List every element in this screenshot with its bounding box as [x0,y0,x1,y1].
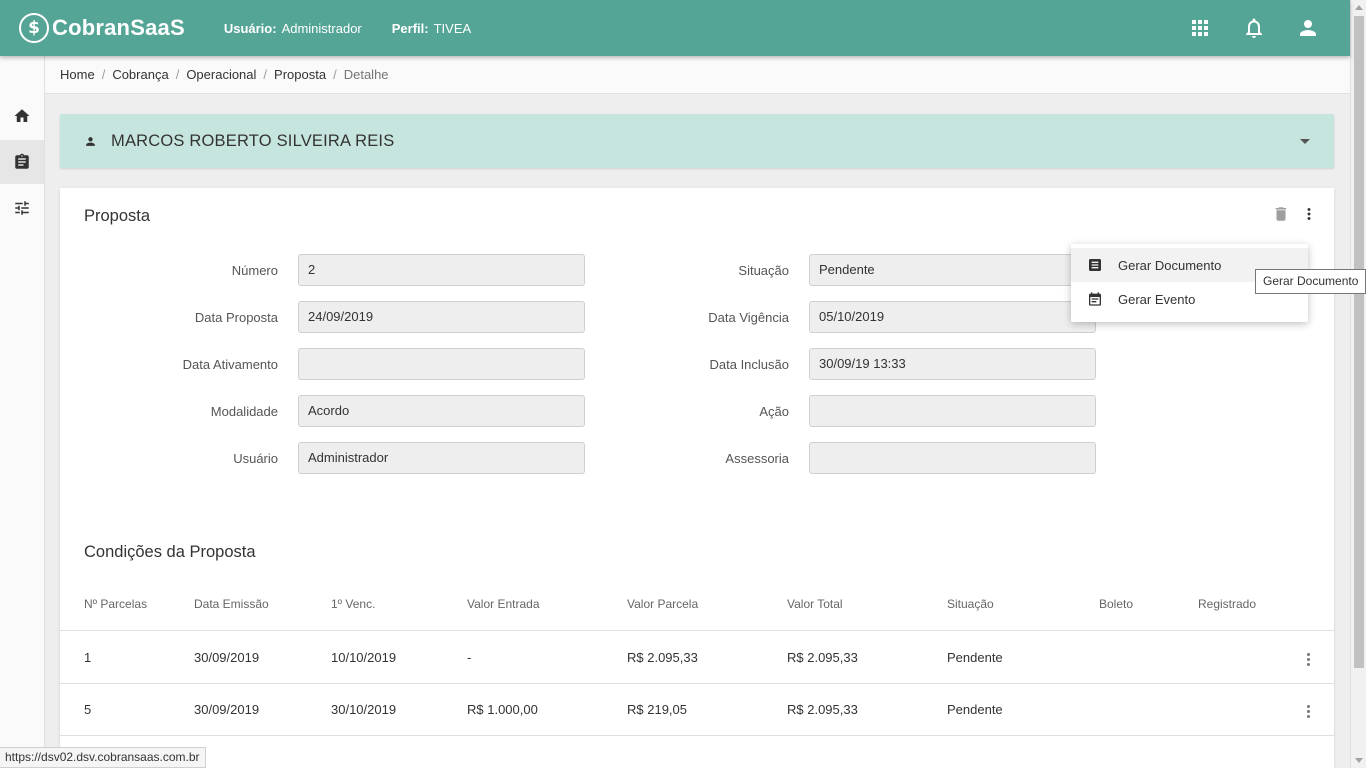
table-cell: Pendente [947,650,1003,665]
table-cell: R$ 2.095,33 [627,650,698,665]
field-label-situacao: Situação [738,263,789,278]
field-label-usuario: Usuário [233,451,278,466]
field-label-numero: Número [231,263,278,278]
column-header: Registrado [1198,597,1257,611]
assessoria-field[interactable] [809,442,1096,474]
field-label-modalidade: Modalidade [210,404,278,419]
person-panel[interactable]: MARCOS ROBERTO SILVEIRA REIS [60,114,1334,168]
user-info-profile: Perfil: TIVEA [391,20,472,36]
logo-coin-icon: $ [19,13,49,43]
delete-icon[interactable] [1272,205,1290,223]
row-divider [60,683,1334,684]
card-actions [1272,205,1318,223]
table-cell: 10/10/2019 [331,650,397,665]
situacao-field[interactable]: Pendente [809,254,1096,286]
breadcrumb-proposta[interactable]: Proposta [274,67,326,82]
sidebar-item-settings[interactable] [0,186,44,230]
sidebar-item-clipboard[interactable] [0,140,44,184]
table-cell: - [467,650,472,665]
account-icon[interactable] [1296,16,1320,40]
breadcrumb-separator: / [101,67,106,82]
table-cell: 30/09/2019 [194,650,260,665]
breadcrumb-separator: / [333,67,337,82]
breadcrumb-home[interactable]: Home [60,67,95,82]
field-label-data-proposta: Data Proposta [194,310,278,325]
acao-field[interactable] [809,395,1096,427]
home-icon [14,109,30,122]
breadcrumb-separator: / [175,67,180,82]
app-name: CobranSaaS [52,15,185,40]
data-proposta-field[interactable]: 24/09/2019 [298,301,585,333]
more-vert-icon[interactable] [1300,205,1318,223]
page-scrollbar[interactable] [1350,0,1366,768]
document-icon [1089,259,1101,271]
field-label-acao: Ação [759,404,789,419]
scroll-thumb[interactable] [1354,16,1364,668]
scroll-down-arrow-icon[interactable] [1355,758,1363,763]
breadcrumb-detalhe: Detalhe [343,67,389,82]
field-label-data-vigencia: Data Vigência [708,310,789,325]
table-cell: R$ 1.000,00 [467,702,538,717]
table-cell: R$ 2.095,33 [787,702,858,717]
table-cell: R$ 2.095,33 [787,650,858,665]
table-cell: 1 [84,650,92,665]
column-header: Boleto [1099,597,1134,611]
tooltip: Gerar Documento [1255,269,1366,294]
column-header: Situação [947,597,994,611]
modalidade-field[interactable]: Acordo [298,395,585,427]
table-cell: 30/09/2019 [194,702,260,717]
person-name: MARCOS ROBERTO SILVEIRA REIS [111,131,395,150]
column-header: Data Emissão [194,597,269,611]
user-info-user: Usuário: Administrador [223,20,362,36]
field-label-assessoria: Assessoria [725,451,789,466]
expand-caret-icon[interactable] [1300,139,1310,144]
numero-field[interactable]: 2 [298,254,585,286]
tune-icon [15,201,29,215]
event-icon [1089,292,1101,306]
column-header: Valor Entrada [467,597,540,611]
row-divider [60,630,1334,631]
app-logo[interactable]: $ CobranSaaS [19,0,185,56]
breadcrumb-cobranca[interactable]: Cobrança [112,67,168,82]
top-app-bar: $ CobranSaaS Usuário: Administrador Perfi… [0,0,1350,56]
top-icons [1188,0,1320,56]
breadcrumb-separator: / [263,67,268,82]
browser-status-url: https://dsv02.dsv.cobransaas.com.br [0,747,206,768]
bell-icon[interactable] [1242,16,1266,40]
person-icon [84,135,97,148]
menu-item-label: Gerar Documento [1118,257,1222,273]
breadcrumb-operacional[interactable]: Operacional [186,67,256,82]
proposal-title: Proposta [84,207,151,225]
clipboard-icon [15,153,29,169]
row-more-icon[interactable] [1307,705,1310,720]
data-inclusao-field[interactable]: 30/09/19 13:33 [809,348,1096,380]
conditions-title: Condições da Proposta [84,543,256,561]
column-header: Nº Parcelas [84,597,148,611]
row-divider [60,735,1334,736]
sidebar-item-home[interactable] [0,94,44,138]
data-vigencia-field[interactable]: 05/10/2019 [809,301,1096,333]
scroll-up-arrow-icon[interactable] [1355,5,1363,10]
column-header: Valor Parcela [627,597,699,611]
field-label-data-ativamento: Data Ativamento [182,357,278,372]
row-more-icon[interactable] [1307,653,1310,668]
field-label-data-inclusao: Data Inclusão [709,357,790,372]
column-header: Valor Total [787,597,843,611]
table-cell: 5 [84,702,92,717]
breadcrumb: Home / Cobrança / Operacional / Proposta… [45,56,1350,94]
table-cell: 30/10/2019 [331,702,397,717]
menu-item-label: Gerar Evento [1118,291,1196,307]
column-header: 1º Venc. [331,597,376,611]
table-cell: R$ 219,05 [627,702,687,717]
user-info: Usuário: Administrador Perfil: TIVEA [224,21,471,36]
usuario-field[interactable]: Administrador [298,442,585,474]
table-cell: Pendente [947,702,1003,717]
apps-grid-icon[interactable] [1188,16,1212,40]
sidebar [0,56,45,768]
data-ativamento-field[interactable] [298,348,585,380]
